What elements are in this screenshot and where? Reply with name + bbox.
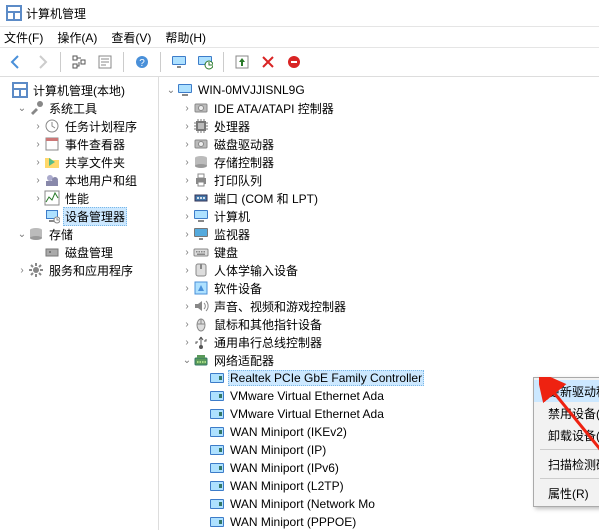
cat-sound[interactable]: ›声音、视频和游戏控制器 — [181, 297, 599, 315]
nic-label: WAN Miniport (IP) — [228, 443, 328, 457]
cat-mouse[interactable]: ›鼠标和其他指针设备 — [181, 315, 599, 333]
cat-software[interactable]: ›软件设备 — [181, 279, 599, 297]
cat-ide[interactable]: ›IDE ATA/ATAPI 控制器 — [181, 99, 599, 117]
uninstall-button[interactable] — [256, 50, 280, 74]
menu-action[interactable]: 操作(A) — [57, 29, 97, 46]
menu-help[interactable]: 帮助(H) — [165, 29, 206, 46]
scan-button[interactable] — [193, 50, 217, 74]
left-systools[interactable]: ⌄系统工具 — [16, 99, 158, 117]
nic-label: WAN Miniport (IKEv2) — [228, 425, 349, 439]
left-shared[interactable]: ›共享文件夹 — [32, 153, 158, 171]
device-view-button[interactable] — [167, 50, 191, 74]
ctx-update-driver[interactable]: 更新驱动程序(P) — [534, 380, 599, 402]
nic-label: Realtek PCIe GbE Family Controller — [228, 370, 424, 386]
menu-view[interactable]: 查看(V) — [111, 29, 151, 46]
device-root[interactable]: ⌄WIN-0MVJJISNL9G — [165, 81, 599, 99]
nic-label: WAN Miniport (L2TP) — [228, 479, 346, 493]
cat-hid[interactable]: ›人体学输入设备 — [181, 261, 599, 279]
cat-monitor[interactable]: ›监视器 — [181, 225, 599, 243]
show-tree-button[interactable] — [67, 50, 91, 74]
menu-file[interactable]: 文件(F) — [4, 29, 43, 46]
left-devmgr[interactable]: 设备管理器 — [32, 207, 158, 225]
ctx-sep1 — [540, 449, 599, 450]
window-title: 计算机管理 — [26, 5, 86, 22]
nic-label: WAN Miniport (PPPOE) — [228, 515, 358, 529]
right-pane: ⌄WIN-0MVJJISNL9G ›IDE ATA/ATAPI 控制器 ›处理器… — [159, 77, 599, 530]
main-split: 计算机管理(本地) ⌄系统工具 ›任务计划程序 ›事件查看器 ›共享文件夹 ›本… — [0, 77, 599, 530]
left-users[interactable]: ›本地用户和组 — [32, 171, 158, 189]
cat-ports[interactable]: ›端口 (COM 和 LPT) — [181, 189, 599, 207]
nic-item[interactable]: WAN Miniport (PPPOE) — [197, 513, 599, 530]
tool-bar — [0, 48, 599, 77]
left-eventviewer[interactable]: ›事件查看器 — [32, 135, 158, 153]
help-button[interactable] — [130, 50, 154, 74]
ctx-props[interactable]: 属性(R) — [534, 482, 599, 504]
disable-button[interactable] — [282, 50, 306, 74]
ctx-scan[interactable]: 扫描检测硬件改动(A) — [534, 453, 599, 475]
cat-storctrl[interactable]: ›存储控制器 — [181, 153, 599, 171]
nic-label: VMware Virtual Ethernet Ada — [228, 407, 386, 421]
menu-bar: 文件(F) 操作(A) 查看(V) 帮助(H) — [0, 27, 599, 48]
nic-label: VMware Virtual Ethernet Ada — [228, 389, 386, 403]
nic-label: WAN Miniport (Network Mo — [228, 497, 377, 511]
left-storage[interactable]: ⌄存储 — [16, 225, 158, 243]
cat-keyboard[interactable]: ›键盘 — [181, 243, 599, 261]
ctx-uninstall[interactable]: 卸载设备(U) — [534, 424, 599, 446]
left-services[interactable]: ›服务和应用程序 — [16, 261, 158, 279]
left-root[interactable]: 计算机管理(本地) — [0, 81, 158, 99]
left-tasksched[interactable]: ›任务计划程序 — [32, 117, 158, 135]
properties-button[interactable] — [93, 50, 117, 74]
nic-label: WAN Miniport (IPv6) — [228, 461, 341, 475]
left-pane: 计算机管理(本地) ⌄系统工具 ›任务计划程序 ›事件查看器 ›共享文件夹 ›本… — [0, 77, 159, 530]
cat-net[interactable]: ⌄网络适配器 — [181, 351, 599, 369]
update-driver-button[interactable] — [230, 50, 254, 74]
cat-computer[interactable]: ›计算机 — [181, 207, 599, 225]
left-diskmgr[interactable]: 磁盘管理 — [32, 243, 158, 261]
ctx-sep2 — [540, 478, 599, 479]
title-bar: 计算机管理 — [0, 0, 599, 27]
cat-disk[interactable]: ›磁盘驱动器 — [181, 135, 599, 153]
nav-forward-button[interactable] — [30, 50, 54, 74]
cat-printq[interactable]: ›打印队列 — [181, 171, 599, 189]
app-icon — [6, 5, 22, 21]
nav-back-button[interactable] — [4, 50, 28, 74]
context-menu: 更新驱动程序(P) 禁用设备(D) 卸载设备(U) 扫描检测硬件改动(A) 属性… — [533, 377, 599, 507]
cat-usb[interactable]: ›通用串行总线控制器 — [181, 333, 599, 351]
left-perf[interactable]: ›性能 — [32, 189, 158, 207]
cat-cpu[interactable]: ›处理器 — [181, 117, 599, 135]
ctx-disable[interactable]: 禁用设备(D) — [534, 402, 599, 424]
